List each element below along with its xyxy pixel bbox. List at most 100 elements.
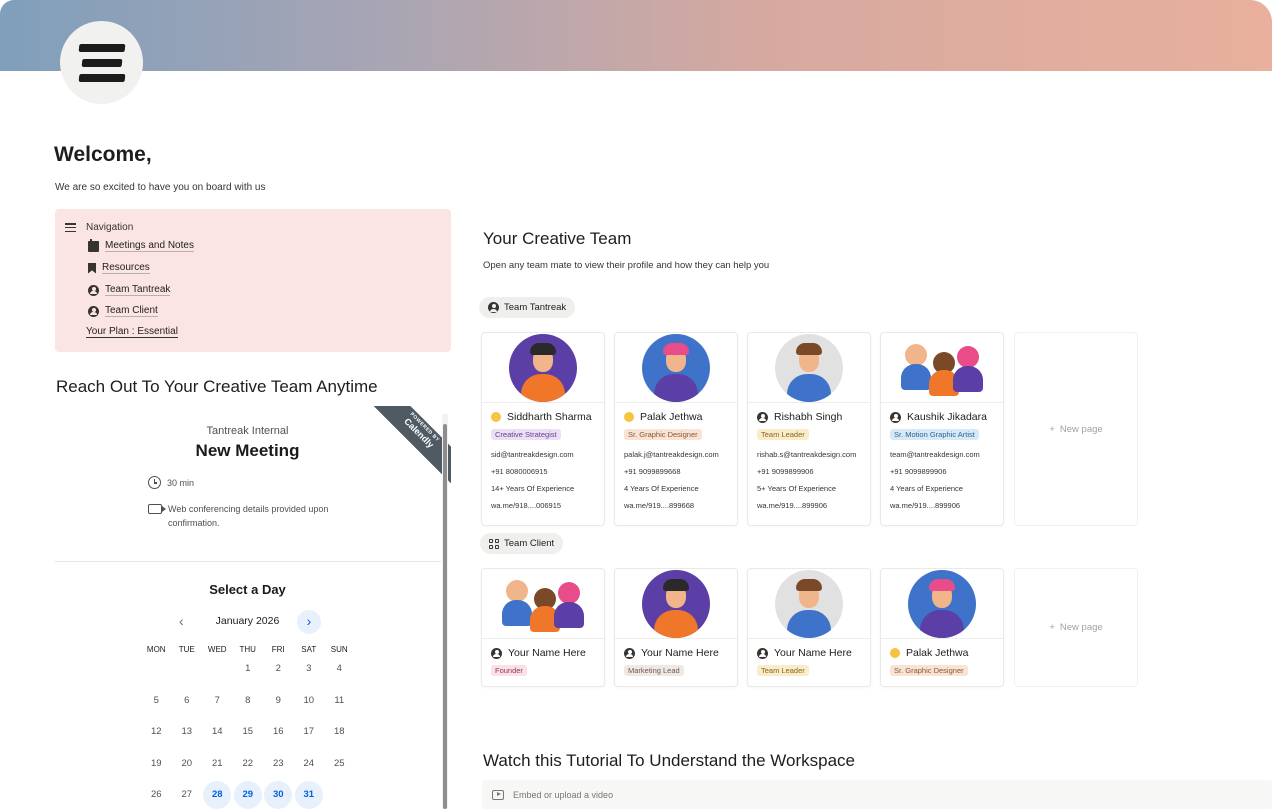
group-label: Team Tantreak bbox=[504, 302, 567, 313]
weekday-label: SAT bbox=[301, 645, 317, 654]
team-client-group-chip[interactable]: Team Client bbox=[480, 533, 564, 554]
available-day-button[interactable]: 30 bbox=[264, 781, 293, 809]
menu-icon bbox=[65, 223, 76, 232]
calendar-day bbox=[202, 654, 233, 686]
available-day-button[interactable]: 29 bbox=[233, 781, 262, 809]
calendar-day: 27 bbox=[181, 789, 193, 800]
calendar-day: 2 bbox=[275, 663, 281, 674]
nav-link-label[interactable]: Resources bbox=[102, 262, 150, 274]
available-day-button[interactable]: 28 bbox=[203, 781, 232, 809]
member-experience: 4 Years Of Experience bbox=[624, 484, 699, 493]
role-tag: Sr. Graphic Designer bbox=[890, 665, 968, 676]
member-email: rishab.s@tantreakdesign.com bbox=[757, 450, 857, 459]
navigation-callout: Navigation Meetings and Notes Resources … bbox=[55, 209, 451, 352]
scrollbar[interactable] bbox=[442, 414, 448, 809]
nav-link-label[interactable]: Team Tantreak bbox=[105, 284, 171, 296]
group-label: Team Client bbox=[504, 538, 555, 549]
role-tag: Marketing Lead bbox=[624, 665, 684, 676]
calendar-week-row: 1 2 3 4 bbox=[141, 654, 354, 686]
weekday-header-row: MON TUE WED THU FRI SAT SUN bbox=[141, 645, 354, 654]
calendar-grid: MON TUE WED THU FRI SAT SUN 1 2 3 4 5 6 7 8 9 10 11 12 13 14… bbox=[141, 645, 354, 809]
member-avatar bbox=[775, 569, 843, 638]
nav-link-team-tantreak[interactable]: Team Tantreak bbox=[88, 284, 171, 296]
member-whatsapp-link[interactable]: wa.me/919....899668 bbox=[615, 501, 737, 510]
nav-link-meetings[interactable]: Meetings and Notes bbox=[88, 238, 194, 252]
member-whatsapp-link[interactable]: wa.me/919....899906 bbox=[881, 501, 1003, 510]
calendar-day: 24 bbox=[303, 757, 315, 769]
team-member-card[interactable]: Palak Jethwa Sr. Graphic Designer bbox=[880, 568, 1004, 687]
team-member-card[interactable]: Rishabh Singh Team Leader rishab.s@tantrea… bbox=[747, 332, 871, 526]
team-illustration bbox=[498, 574, 588, 634]
calendar-day: 4 bbox=[336, 663, 342, 674]
new-page-button[interactable]: + New page bbox=[1014, 568, 1138, 687]
member-name: Rishabh Singh bbox=[774, 411, 843, 423]
calendar-day[interactable]: 31 bbox=[294, 780, 325, 809]
role-tag: Creative Strategist bbox=[491, 429, 561, 440]
member-phone: +91 9099899668 bbox=[624, 467, 681, 476]
calendar-day: 10 bbox=[303, 694, 315, 706]
tutorial-heading: Watch this Tutorial To Understand the Wo… bbox=[483, 751, 855, 770]
new-page-label: New page bbox=[1059, 423, 1103, 435]
video-embed-label: Embed or upload a video bbox=[513, 789, 614, 800]
calendar-week-row: 5 6 7 8 9 10 11 bbox=[141, 686, 354, 718]
team-member-card[interactable]: Your Name Here Founder bbox=[481, 568, 605, 687]
calendar-day[interactable]: 28 bbox=[202, 780, 233, 809]
member-experience: 4 Years of Experience bbox=[890, 484, 963, 493]
emoji-face-icon bbox=[491, 412, 501, 422]
event-duration: 30 min bbox=[148, 476, 194, 490]
team-member-card[interactable]: Your Name Here Team Leader bbox=[747, 568, 871, 687]
weekday-label: SUN bbox=[330, 645, 348, 654]
calendar-day[interactable]: 30 bbox=[263, 780, 294, 809]
nav-link-team-client[interactable]: Team Client bbox=[88, 305, 158, 317]
member-whatsapp-link[interactable]: wa.me/919....899906 bbox=[748, 501, 870, 510]
calendar-day: 20 bbox=[181, 757, 193, 769]
member-name: Your Name Here bbox=[641, 647, 719, 659]
calendar-day: 12 bbox=[150, 726, 162, 737]
user-circle-icon bbox=[890, 411, 901, 423]
user-circle-icon bbox=[491, 647, 502, 659]
member-name-row: Palak Jethwa bbox=[615, 411, 737, 423]
member-avatar bbox=[642, 569, 710, 638]
calendar-day: 11 bbox=[334, 694, 345, 706]
member-whatsapp-link[interactable]: wa.me/918....006915 bbox=[482, 501, 604, 510]
card-cover bbox=[482, 333, 604, 403]
team-member-card[interactable]: Your Name Here Marketing Lead bbox=[614, 568, 738, 687]
calendly-embed: POWERED BY Calendly Tantreak Internal Ne… bbox=[55, 406, 451, 809]
calendar-day[interactable]: 29 bbox=[233, 780, 264, 809]
member-phone: +91 9099899906 bbox=[890, 467, 947, 476]
chevron-right-icon[interactable]: › bbox=[297, 610, 321, 634]
plus-icon: + bbox=[1049, 622, 1055, 633]
team-tantreak-group-chip[interactable]: Team Tantreak bbox=[479, 297, 576, 318]
calendar-day: 18 bbox=[333, 726, 345, 737]
card-cover bbox=[881, 569, 1003, 639]
member-name-row: Siddharth Sharma bbox=[482, 411, 604, 423]
member-avatar bbox=[642, 333, 710, 402]
plan-link[interactable]: Your Plan : Essential bbox=[86, 326, 178, 338]
member-name: Siddharth Sharma bbox=[507, 411, 592, 423]
nav-link-label[interactable]: Meetings and Notes bbox=[105, 240, 194, 252]
gallery-icon bbox=[489, 538, 499, 549]
event-conferencing: Web conferencing details provided upon c… bbox=[148, 502, 358, 530]
calendar-week-row: 19 20 21 22 23 24 25 bbox=[141, 749, 354, 781]
card-cover bbox=[748, 569, 870, 639]
nav-link-resources[interactable]: Resources bbox=[88, 262, 150, 274]
event-duration-label: 30 min bbox=[167, 478, 195, 488]
calendar-day: 6 bbox=[184, 694, 190, 706]
role-tag: Sr. Graphic Designer bbox=[624, 429, 702, 440]
team-member-card[interactable]: Siddharth Sharma Creative Strategist sid@t… bbox=[481, 332, 605, 526]
calendar-day: 9 bbox=[275, 694, 281, 706]
user-circle-icon bbox=[88, 305, 99, 317]
new-page-button[interactable]: + New page bbox=[1014, 332, 1138, 526]
plus-icon: + bbox=[1049, 423, 1055, 435]
team-member-card[interactable]: Palak Jethwa Sr. Graphic Designer palak.j@… bbox=[614, 332, 738, 526]
member-name-row: Kaushik Jikadara bbox=[881, 411, 1003, 423]
nav-link-label[interactable]: Team Client bbox=[105, 305, 158, 317]
team-member-card[interactable]: Kaushik Jikadara Sr. Motion Graphic Artis… bbox=[880, 332, 1004, 526]
calendar-day bbox=[324, 780, 355, 809]
card-cover bbox=[482, 569, 604, 639]
video-embed-placeholder[interactable]: Embed or upload a video bbox=[482, 780, 1272, 809]
available-day-button[interactable]: 31 bbox=[294, 781, 323, 809]
member-email: sid@tantreakdesign.com bbox=[491, 450, 574, 459]
emoji-face-icon bbox=[624, 412, 634, 422]
page-logo-icon[interactable] bbox=[60, 21, 143, 104]
